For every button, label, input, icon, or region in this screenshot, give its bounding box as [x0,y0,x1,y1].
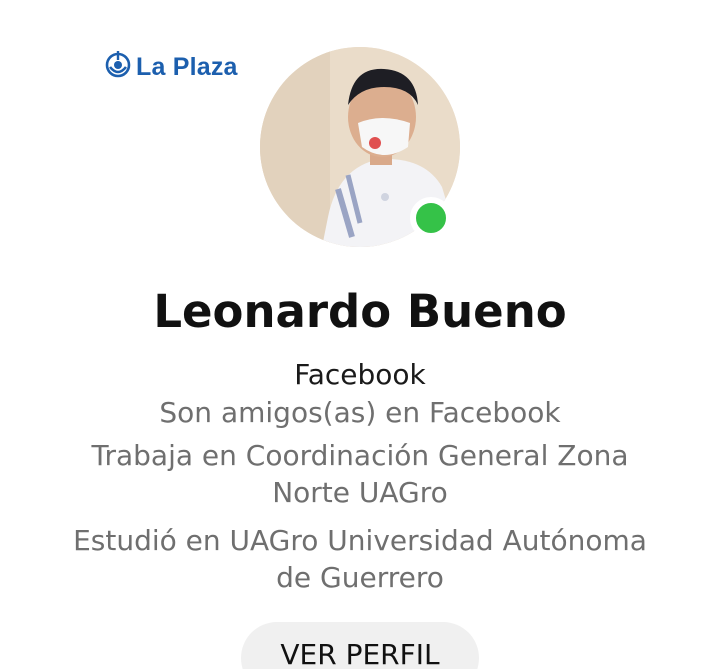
education-info-line-2: de Guerrero [276,561,444,594]
work-info-line-2: Norte UAGro [272,476,448,509]
la-plaza-watermark: La Plaza [104,51,238,83]
online-status-indicator [410,197,452,239]
friendship-status: Son amigos(as) en Facebook [159,396,561,429]
profile-info: Facebook Son amigos(as) en Facebook Trab… [0,356,720,596]
education-info-line-1: Estudió en UAGro Universidad Autónoma [73,524,647,557]
platform-label: Facebook [294,358,426,391]
view-profile-button[interactable]: VER PERFIL [241,622,479,669]
watermark-text: La Plaza [136,52,238,81]
la-plaza-logo-icon [104,51,132,83]
profile-name: Leonardo Bueno [153,285,567,338]
profile-avatar[interactable] [260,47,460,247]
work-info-line-1: Trabaja en Coordinación General Zona [91,439,629,472]
